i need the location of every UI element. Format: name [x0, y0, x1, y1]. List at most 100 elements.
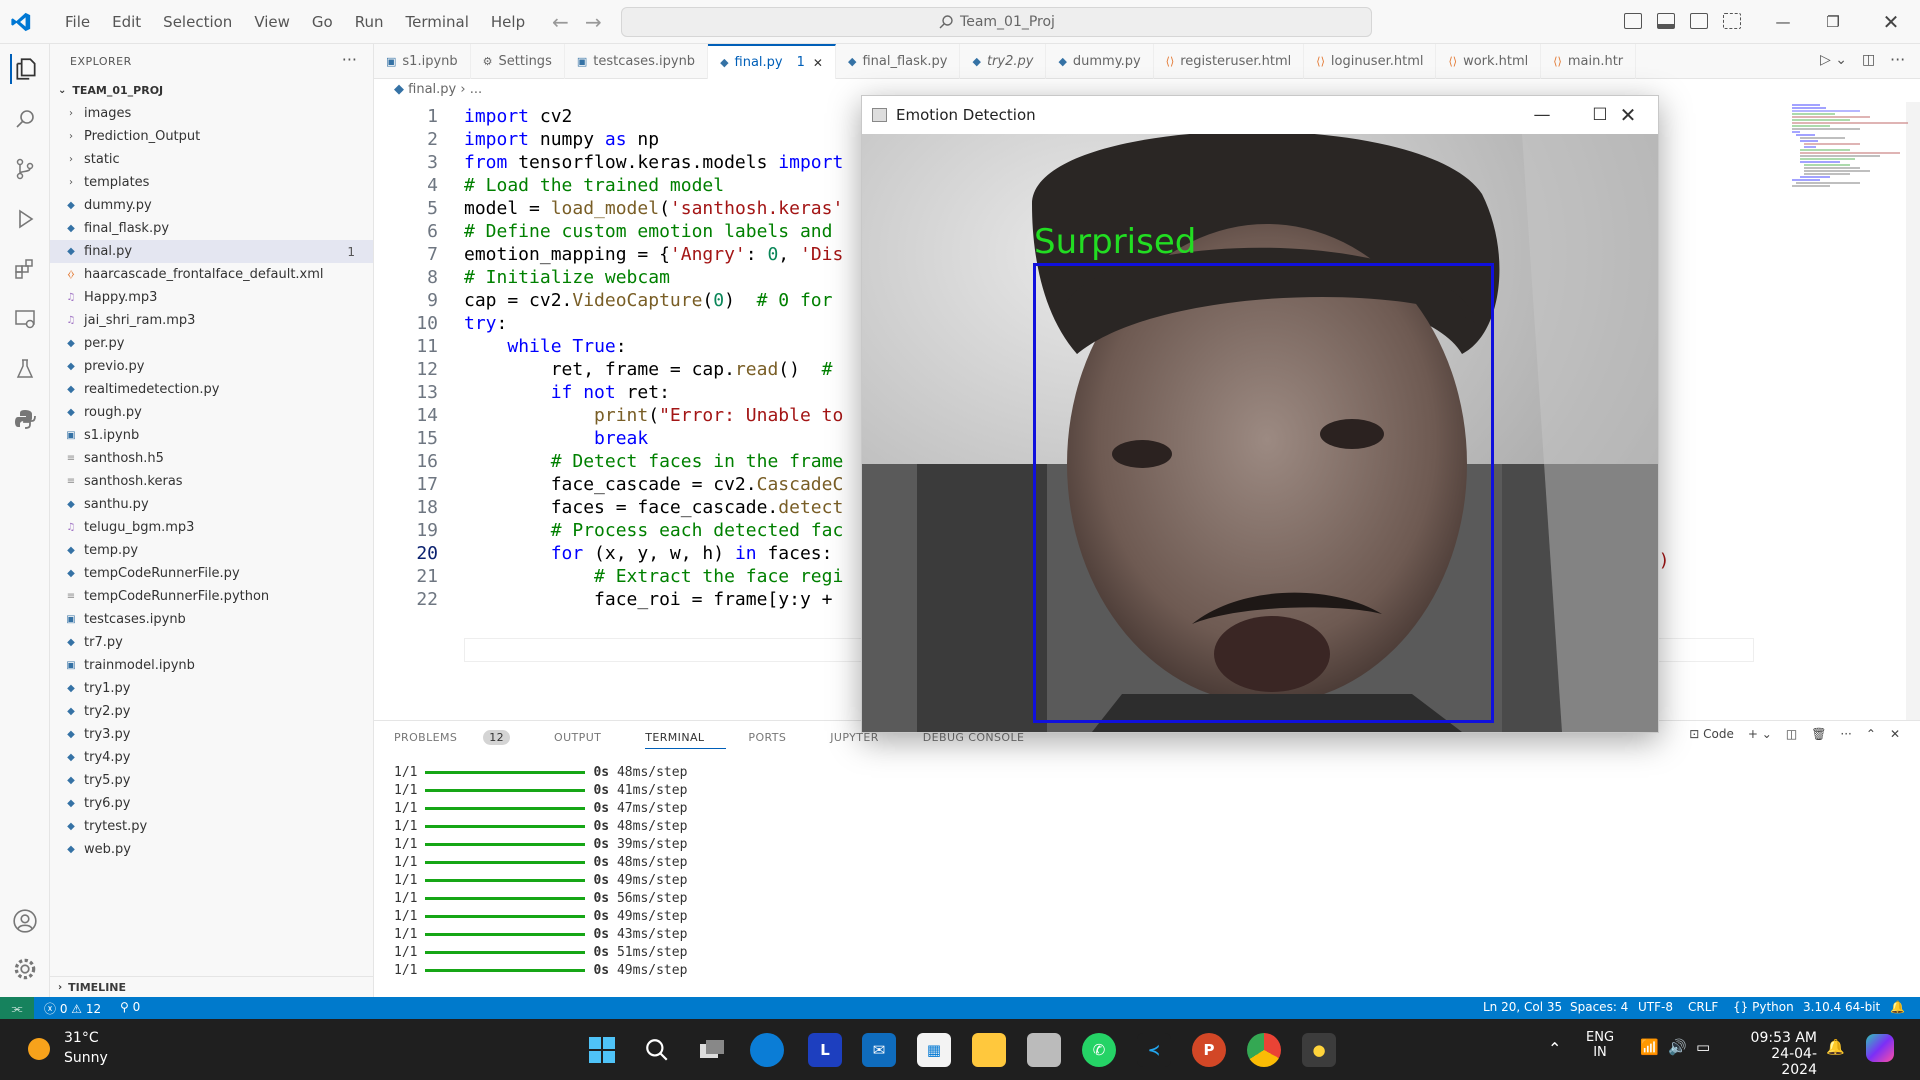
manage-gear-icon[interactable]	[10, 954, 40, 984]
menu-item-run[interactable]: Run	[344, 13, 395, 31]
file-item[interactable]: ◆ trytest.py	[50, 815, 373, 838]
file-item[interactable]: ◆ final.py 1	[50, 240, 373, 263]
split-terminal-icon[interactable]: ◫	[1786, 727, 1797, 741]
timeline-section[interactable]: › TIMELINE	[50, 976, 374, 998]
tab-main-htr[interactable]: ⟨⟩ main.htr	[1541, 44, 1637, 79]
testing-icon[interactable]	[10, 354, 40, 384]
menu-item-terminal[interactable]: Terminal	[395, 13, 480, 31]
l-app-icon[interactable]: L	[808, 1033, 842, 1067]
show-hidden-icons-icon[interactable]: ⌃	[1548, 1039, 1561, 1058]
search-icon[interactable]	[10, 104, 40, 134]
emotion-detection-window[interactable]: Emotion Detection — ☐ ✕ Surprised	[861, 95, 1659, 733]
clock[interactable]: 09:53 AM 24-04-2024	[1737, 1030, 1817, 1078]
trash-icon[interactable]: 🗑	[1811, 727, 1826, 741]
python-interpreter[interactable]: 3.10.4 64-bit	[1803, 1000, 1880, 1014]
close-panel-icon[interactable]: ✕	[1890, 727, 1900, 741]
panel-tab-problems[interactable]: PROBLEMS 12	[394, 730, 532, 749]
folder-item[interactable]: › images	[50, 102, 373, 125]
explorer-icon[interactable]	[10, 54, 40, 84]
tab-s1-ipynb[interactable]: ▣ s1.ipynb	[374, 44, 471, 79]
tab-final-py[interactable]: ◆ final.py 1 ✕	[708, 44, 836, 79]
close-tab-icon[interactable]: ✕	[813, 56, 823, 70]
battery-icon[interactable]: ▭	[1696, 1038, 1710, 1056]
more-actions-icon[interactable]: ···	[1840, 727, 1851, 741]
weather-condition[interactable]: Sunny	[64, 1050, 108, 1066]
task-view-icon[interactable]	[695, 1033, 729, 1067]
microsoft-store-icon[interactable]: ▦	[917, 1033, 951, 1067]
problems-status[interactable]: ⓧ 0 ⚠ 12	[44, 1000, 101, 1017]
file-explorer-icon[interactable]	[972, 1033, 1006, 1067]
tab-registeruser-html[interactable]: ⟨⟩ registeruser.html	[1154, 44, 1305, 79]
folder-item[interactable]: › templates	[50, 171, 373, 194]
tab-dummy-py[interactable]: ◆ dummy.py	[1046, 44, 1154, 79]
account-icon[interactable]	[10, 906, 40, 936]
folder-item[interactable]: › Prediction_Output	[50, 125, 373, 148]
minimize-icon[interactable]: —	[1513, 96, 1571, 134]
breadcrumb-file[interactable]: final.py	[408, 82, 456, 97]
menu-item-view[interactable]: View	[243, 13, 301, 31]
language-indicator[interactable]: ENG IN	[1586, 1030, 1614, 1060]
tab-try2-py[interactable]: ◆ try2.py	[960, 44, 1047, 79]
toggle-panel-icon[interactable]	[1657, 13, 1675, 29]
minimap[interactable]	[1790, 102, 1910, 202]
file-item[interactable]: ≡ santhosh.keras	[50, 470, 373, 493]
close-icon[interactable]: ✕	[1599, 96, 1657, 134]
file-item[interactable]: ◆ final_flask.py	[50, 217, 373, 240]
file-item[interactable]: ◆ web.py	[50, 838, 373, 861]
menu-item-go[interactable]: Go	[301, 13, 344, 31]
search-icon[interactable]	[640, 1033, 674, 1067]
file-item[interactable]: ≡ tempCodeRunnerFile.python	[50, 585, 373, 608]
cursor-position[interactable]: Ln 20, Col 35	[1483, 1000, 1562, 1014]
tab-loginuser-html[interactable]: ⟨⟩ loginuser.html	[1304, 44, 1437, 79]
terminal-code-selector[interactable]: ⊡ Code	[1689, 727, 1734, 741]
python-taskbar-icon[interactable]: ●	[1302, 1033, 1336, 1067]
remote-indicator-icon[interactable]: ⫘	[0, 997, 34, 1019]
whatsapp-icon[interactable]: ✆	[1082, 1033, 1116, 1067]
extensions-icon[interactable]	[10, 254, 40, 284]
panel-tab-terminal[interactable]: TERMINAL	[645, 731, 727, 749]
more-actions-icon[interactable]: ···	[342, 50, 357, 69]
file-item[interactable]: ◆ dummy.py	[50, 194, 373, 217]
minimize-icon[interactable]: —	[1760, 0, 1806, 44]
language-mode[interactable]: {} Python	[1733, 1000, 1794, 1014]
file-item[interactable]: ♫ jai_shri_ram.mp3	[50, 309, 373, 332]
file-item[interactable]: ◆ try1.py	[50, 677, 373, 700]
tab-testcases-ipynb[interactable]: ▣ testcases.ipynb	[565, 44, 709, 79]
tab-work-html[interactable]: ⟨⟩ work.html	[1436, 44, 1542, 79]
photos-app-icon[interactable]	[1027, 1033, 1061, 1067]
file-item[interactable]: ◆ previo.py	[50, 355, 373, 378]
toggle-secondary-sidebar-icon[interactable]	[1690, 13, 1708, 29]
source-control-icon[interactable]	[10, 154, 40, 184]
tab-final-flask-py[interactable]: ◆ final_flask.py	[836, 44, 961, 79]
file-item[interactable]: ◆ santhu.py	[50, 493, 373, 516]
wifi-icon[interactable]: 📶	[1640, 1038, 1659, 1056]
menu-item-selection[interactable]: Selection	[152, 13, 243, 31]
file-item[interactable]: ◆ per.py	[50, 332, 373, 355]
command-center-search[interactable]: Team_01_Proj	[621, 7, 1372, 37]
file-item[interactable]: ♫ Happy.mp3	[50, 286, 373, 309]
tab-settings[interactable]: ⚙ Settings	[471, 44, 565, 79]
restore-icon[interactable]: ❐	[1810, 0, 1856, 44]
file-item[interactable]: ▣ trainmodel.ipynb	[50, 654, 373, 677]
file-item[interactable]: ▣ testcases.ipynb	[50, 608, 373, 631]
sun-weather-icon[interactable]	[28, 1038, 50, 1060]
split-editor-icon[interactable]: ◫	[1862, 52, 1875, 68]
file-item[interactable]: ▣ s1.ipynb	[50, 424, 373, 447]
customize-layout-icon[interactable]	[1723, 13, 1741, 29]
chrome-icon[interactable]	[1247, 1033, 1281, 1067]
line-ending[interactable]: CRLF	[1688, 1000, 1718, 1014]
edge-browser-icon[interactable]	[750, 1033, 784, 1067]
breadcrumb-rest[interactable]: ...	[470, 82, 482, 97]
panel-tab-debug-console[interactable]: DEBUG CONSOLE	[923, 731, 1047, 749]
file-item[interactable]: ◆ try5.py	[50, 769, 373, 792]
panel-tab-ports[interactable]: PORTS	[748, 731, 808, 749]
mail-icon[interactable]: ✉	[862, 1033, 896, 1067]
file-item[interactable]: ◆ try4.py	[50, 746, 373, 769]
panel-tab-output[interactable]: OUTPUT	[554, 731, 623, 749]
more-actions-icon[interactable]: ···	[1890, 50, 1905, 69]
folder-item[interactable]: › static	[50, 148, 373, 171]
windows-start-icon[interactable]	[585, 1033, 619, 1067]
volume-icon[interactable]: 🔊	[1668, 1038, 1687, 1056]
notification-bell-icon[interactable]: 🔔	[1826, 1038, 1845, 1056]
remote-explorer-icon[interactable]	[10, 304, 40, 334]
